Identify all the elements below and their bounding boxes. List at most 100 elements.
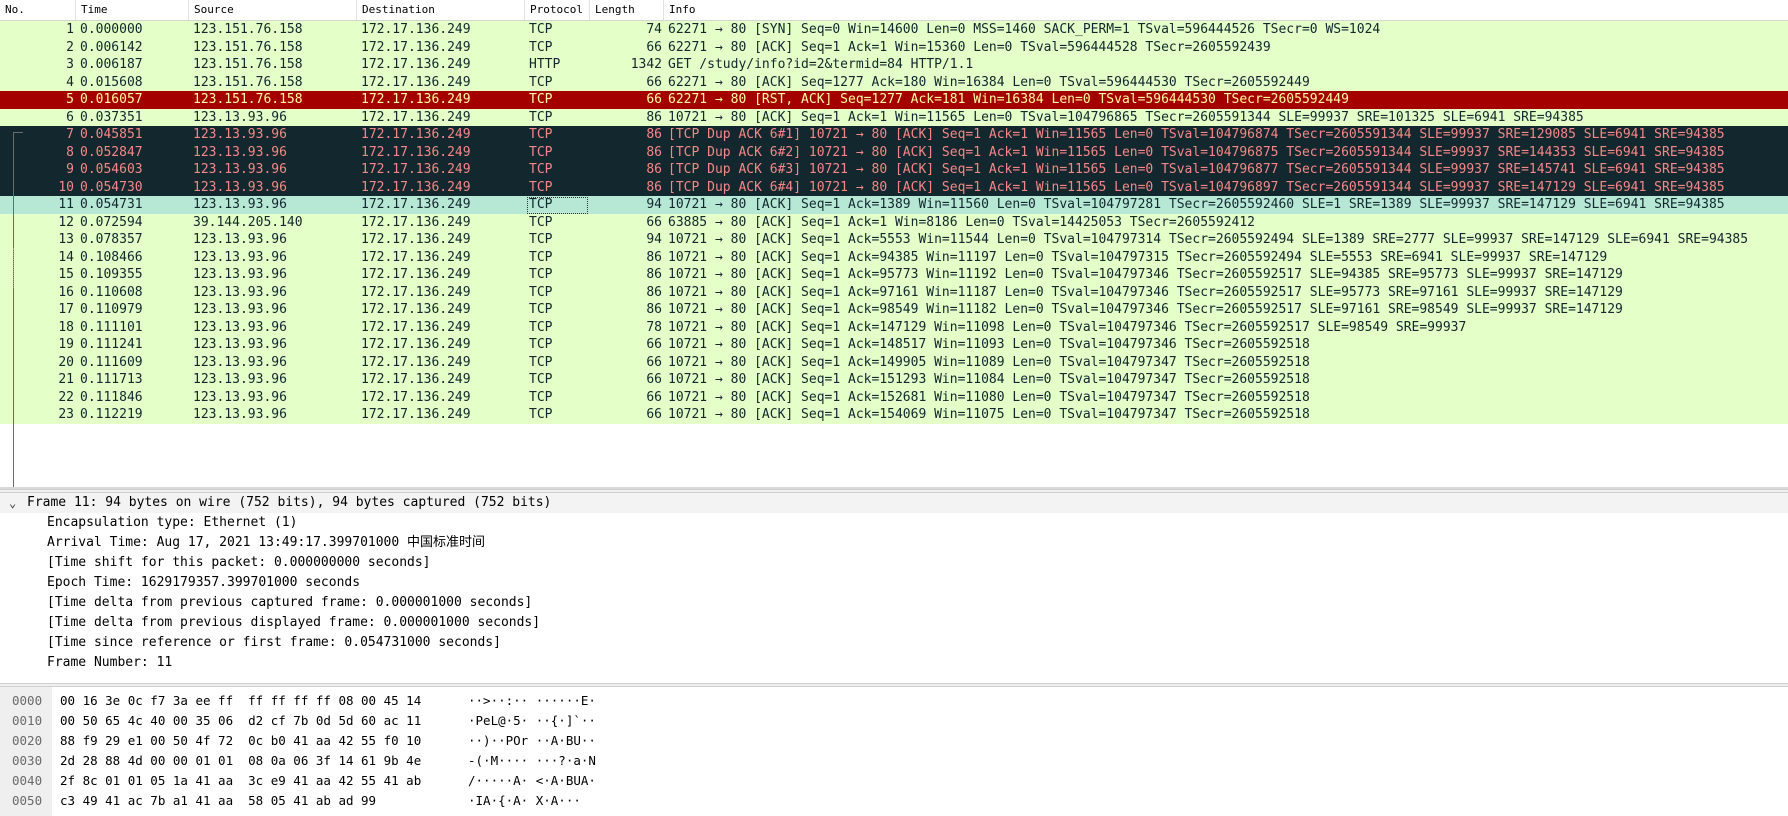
byte-hex[interactable]: 00 50 65 4c 40 00 35 06 d2 cf 7b 0d 5d 6… xyxy=(60,711,421,731)
packet-row[interactable]: 15 0.109355 123.13.93.96 172.17.136.249 TCP 8… xyxy=(0,266,1788,284)
byte-ascii[interactable]: ·PeL@·5· ··{·]`·· xyxy=(468,711,596,731)
detail-line[interactable]: Epoch Time: 1629179357.399701000 seconds xyxy=(47,573,360,593)
packet-row[interactable]: 12 0.072594 39.144.205.140 172.17.136.249 TC… xyxy=(0,213,1788,231)
packet-no: 14 xyxy=(58,249,74,265)
packet-row[interactable]: 18 0.111101 123.13.93.96 172.17.136.249 TCP 7… xyxy=(0,318,1788,336)
detail-line[interactable]: Encapsulation type: Ethernet (1) xyxy=(47,513,297,533)
byte-hex[interactable]: c3 49 41 ac 7b a1 41 aa 58 05 41 ab ad 9… xyxy=(60,791,376,811)
packet-length: 1342 xyxy=(630,57,662,72)
packet-time: 0.054603 xyxy=(80,162,143,177)
packet-row[interactable]: 7 0.045851 123.13.93.96 172.17.136.249 TCP 86… xyxy=(0,126,1788,144)
packet-no: 21 xyxy=(58,372,74,387)
packet-row[interactable]: 9 0.054603 123.13.93.96 172.17.136.249 TCP 86… xyxy=(0,161,1788,179)
packet-row[interactable]: 14 0.108466 123.13.93.96 172.17.136.249 TCP 8… xyxy=(0,248,1788,266)
packet-info: GET /study/info?id=2&termid=84 HTTP/1.1 xyxy=(668,57,974,72)
packet-no: 10 xyxy=(58,179,74,195)
packet-length: 86 xyxy=(646,144,662,160)
byte-ascii[interactable]: /·····A· <·A·BUA· xyxy=(468,771,596,791)
detail-line[interactable]: Frame Number: 11 xyxy=(47,653,172,673)
column-header-protocol[interactable]: Protocol xyxy=(525,0,590,20)
focus-cell-outline xyxy=(527,197,588,214)
packet-info: 10721 → 80 [ACK] Seq=1 Ack=98549 Win=111… xyxy=(668,302,1623,317)
frame-summary: Frame 11: 94 bytes on wire (752 bits), 9… xyxy=(27,495,552,510)
packet-row[interactable]: 8 0.052847 123.13.93.96 172.17.136.249 TCP 86… xyxy=(0,143,1788,161)
chevron-down-icon[interactable]: ⌄ xyxy=(9,493,16,513)
packet-no: 1 xyxy=(66,22,74,37)
packet-source: 123.13.93.96 xyxy=(193,179,287,195)
packet-length: 86 xyxy=(646,127,662,142)
byte-ascii[interactable]: ··>··:·· ······E· xyxy=(468,691,596,711)
packet-row[interactable]: 17 0.110979 123.13.93.96 172.17.136.249 TCP 8… xyxy=(0,301,1788,319)
packet-row[interactable]: 1 0.000000 123.151.76.158 172.17.136.249 TCP… xyxy=(0,21,1788,39)
packet-row[interactable]: 13 0.078357 123.13.93.96 172.17.136.249 TCP 9… xyxy=(0,231,1788,249)
byte-ascii[interactable]: ··)··POr ··A·BU·· xyxy=(468,731,596,751)
packet-no: 22 xyxy=(58,389,74,405)
packet-no: 6 xyxy=(66,109,74,125)
packet-source: 123.13.93.96 xyxy=(193,267,287,282)
packet-row[interactable]: 23 0.112219 123.13.93.96 172.17.136.249 TCP 6… xyxy=(0,406,1788,424)
packet-source: 123.13.93.96 xyxy=(193,389,287,405)
packet-no: 12 xyxy=(58,214,74,230)
packet-time: 0.054730 xyxy=(80,179,143,195)
packet-row[interactable]: 10 0.054730 123.13.93.96 172.17.136.249 TCP 8… xyxy=(0,178,1788,196)
packet-source: 123.13.93.96 xyxy=(193,127,287,142)
packet-row[interactable]: 2 0.006142 123.151.76.158 172.17.136.249 TCP… xyxy=(0,38,1788,56)
packet-time: 0.111101 xyxy=(80,319,143,335)
packet-time: 0.016057 xyxy=(80,92,143,107)
packet-length: 66 xyxy=(646,92,662,107)
packet-row-selected[interactable]: 11 0.054731 123.13.93.96 172.17.136.249 TCP 9… xyxy=(0,196,1788,214)
byte-hex[interactable]: 2d 28 88 4d 00 00 01 01 08 0a 06 3f 14 6… xyxy=(60,751,421,771)
packet-length: 66 xyxy=(646,39,662,55)
packet-destination: 172.17.136.249 xyxy=(361,109,471,125)
packet-time: 0.006142 xyxy=(80,39,143,55)
packet-row[interactable]: 19 0.111241 123.13.93.96 172.17.136.249 TCP 6… xyxy=(0,336,1788,354)
byte-ascii[interactable]: -(·M···· ···?·a·N xyxy=(468,751,596,771)
detail-line[interactable]: [Time delta from previous displayed fram… xyxy=(47,613,540,633)
packet-source: 123.151.76.158 xyxy=(193,74,303,90)
packet-source: 123.151.76.158 xyxy=(193,92,303,107)
packet-row[interactable]: 22 0.111846 123.13.93.96 172.17.136.249 TCP 6… xyxy=(0,388,1788,406)
packet-row[interactable]: 21 0.111713 123.13.93.96 172.17.136.249 TCP 6… xyxy=(0,371,1788,389)
packet-row[interactable]: 4 0.015608 123.151.76.158 172.17.136.249 TCP… xyxy=(0,73,1788,91)
packet-length: 86 xyxy=(646,162,662,177)
detail-line[interactable]: [Time shift for this packet: 0.000000000… xyxy=(47,553,431,573)
packet-source: 123.13.93.96 xyxy=(193,109,287,125)
packet-details[interactable]: ⌄ Frame 11: 94 bytes on wire (752 bits),… xyxy=(0,493,1788,683)
packet-destination: 172.17.136.249 xyxy=(361,74,471,90)
column-header-destination[interactable]: Destination xyxy=(357,0,525,20)
packet-no: 23 xyxy=(58,407,74,422)
byte-hex[interactable]: 2f 8c 01 01 05 1a 41 aa 3c e9 41 aa 42 5… xyxy=(60,771,421,791)
detail-line[interactable]: [Time since reference or first frame: 0.… xyxy=(47,633,501,653)
packet-row[interactable]: 20 0.111609 123.13.93.96 172.17.136.249 TCP 6… xyxy=(0,353,1788,371)
column-header-length[interactable]: Length xyxy=(590,0,664,20)
byte-hex[interactable]: 88 f9 29 e1 00 50 4f 72 0c b0 41 aa 42 5… xyxy=(60,731,421,751)
byte-offset: 0040 xyxy=(12,773,43,788)
frame-tree-item[interactable]: ⌄ Frame 11: 94 bytes on wire (752 bits),… xyxy=(0,493,1788,513)
packet-source: 123.13.93.96 xyxy=(193,319,287,335)
byte-offset: 0010 xyxy=(12,713,43,728)
byte-hex[interactable]: 00 16 3e 0c f7 3a ee ff ff ff ff ff 08 0… xyxy=(60,691,421,711)
detail-line[interactable]: Arrival Time: Aug 17, 2021 13:49:17.3997… xyxy=(47,533,485,553)
packet-length: 66 xyxy=(646,407,662,422)
packet-row[interactable]: 6 0.037351 123.13.93.96 172.17.136.249 TCP 86… xyxy=(0,108,1788,126)
packet-info: 10721 → 80 [ACK] Seq=1 Ack=149905 Win=11… xyxy=(668,354,1310,370)
packet-destination: 172.17.136.249 xyxy=(361,39,471,55)
detail-line[interactable]: [Time delta from previous captured frame… xyxy=(47,593,532,613)
packet-bytes[interactable]: 0000 00 16 3e 0c f7 3a ee ff ff ff ff ff… xyxy=(0,687,1788,816)
byte-ascii[interactable]: ·IA·{·A· X·A··· xyxy=(468,791,581,811)
packet-source: 123.13.93.96 xyxy=(193,249,287,265)
packet-row[interactable]: 5 0.016057 123.151.76.158 172.17.136.249 TCP… xyxy=(0,91,1788,109)
packet-list-header: No. Time Source Destination Protocol Len… xyxy=(0,0,1788,21)
packet-destination: 172.17.136.249 xyxy=(361,249,471,265)
column-header-source[interactable]: Source xyxy=(189,0,357,20)
column-header-time[interactable]: Time xyxy=(76,0,189,20)
packet-no: 15 xyxy=(58,267,74,282)
column-header-no[interactable]: No. xyxy=(0,0,76,20)
packet-length: 66 xyxy=(646,354,662,370)
packet-length: 66 xyxy=(646,74,662,90)
packet-row[interactable]: 3 0.006187 123.151.76.158 172.17.136.249 HTT… xyxy=(0,56,1788,74)
packet-row[interactable]: 16 0.110608 123.13.93.96 172.17.136.249 TCP 8… xyxy=(0,283,1788,301)
packet-time: 0.111713 xyxy=(80,372,143,387)
packet-list[interactable]: No. Time Source Destination Protocol Len… xyxy=(0,0,1788,489)
column-header-info[interactable]: Info xyxy=(664,0,1788,20)
